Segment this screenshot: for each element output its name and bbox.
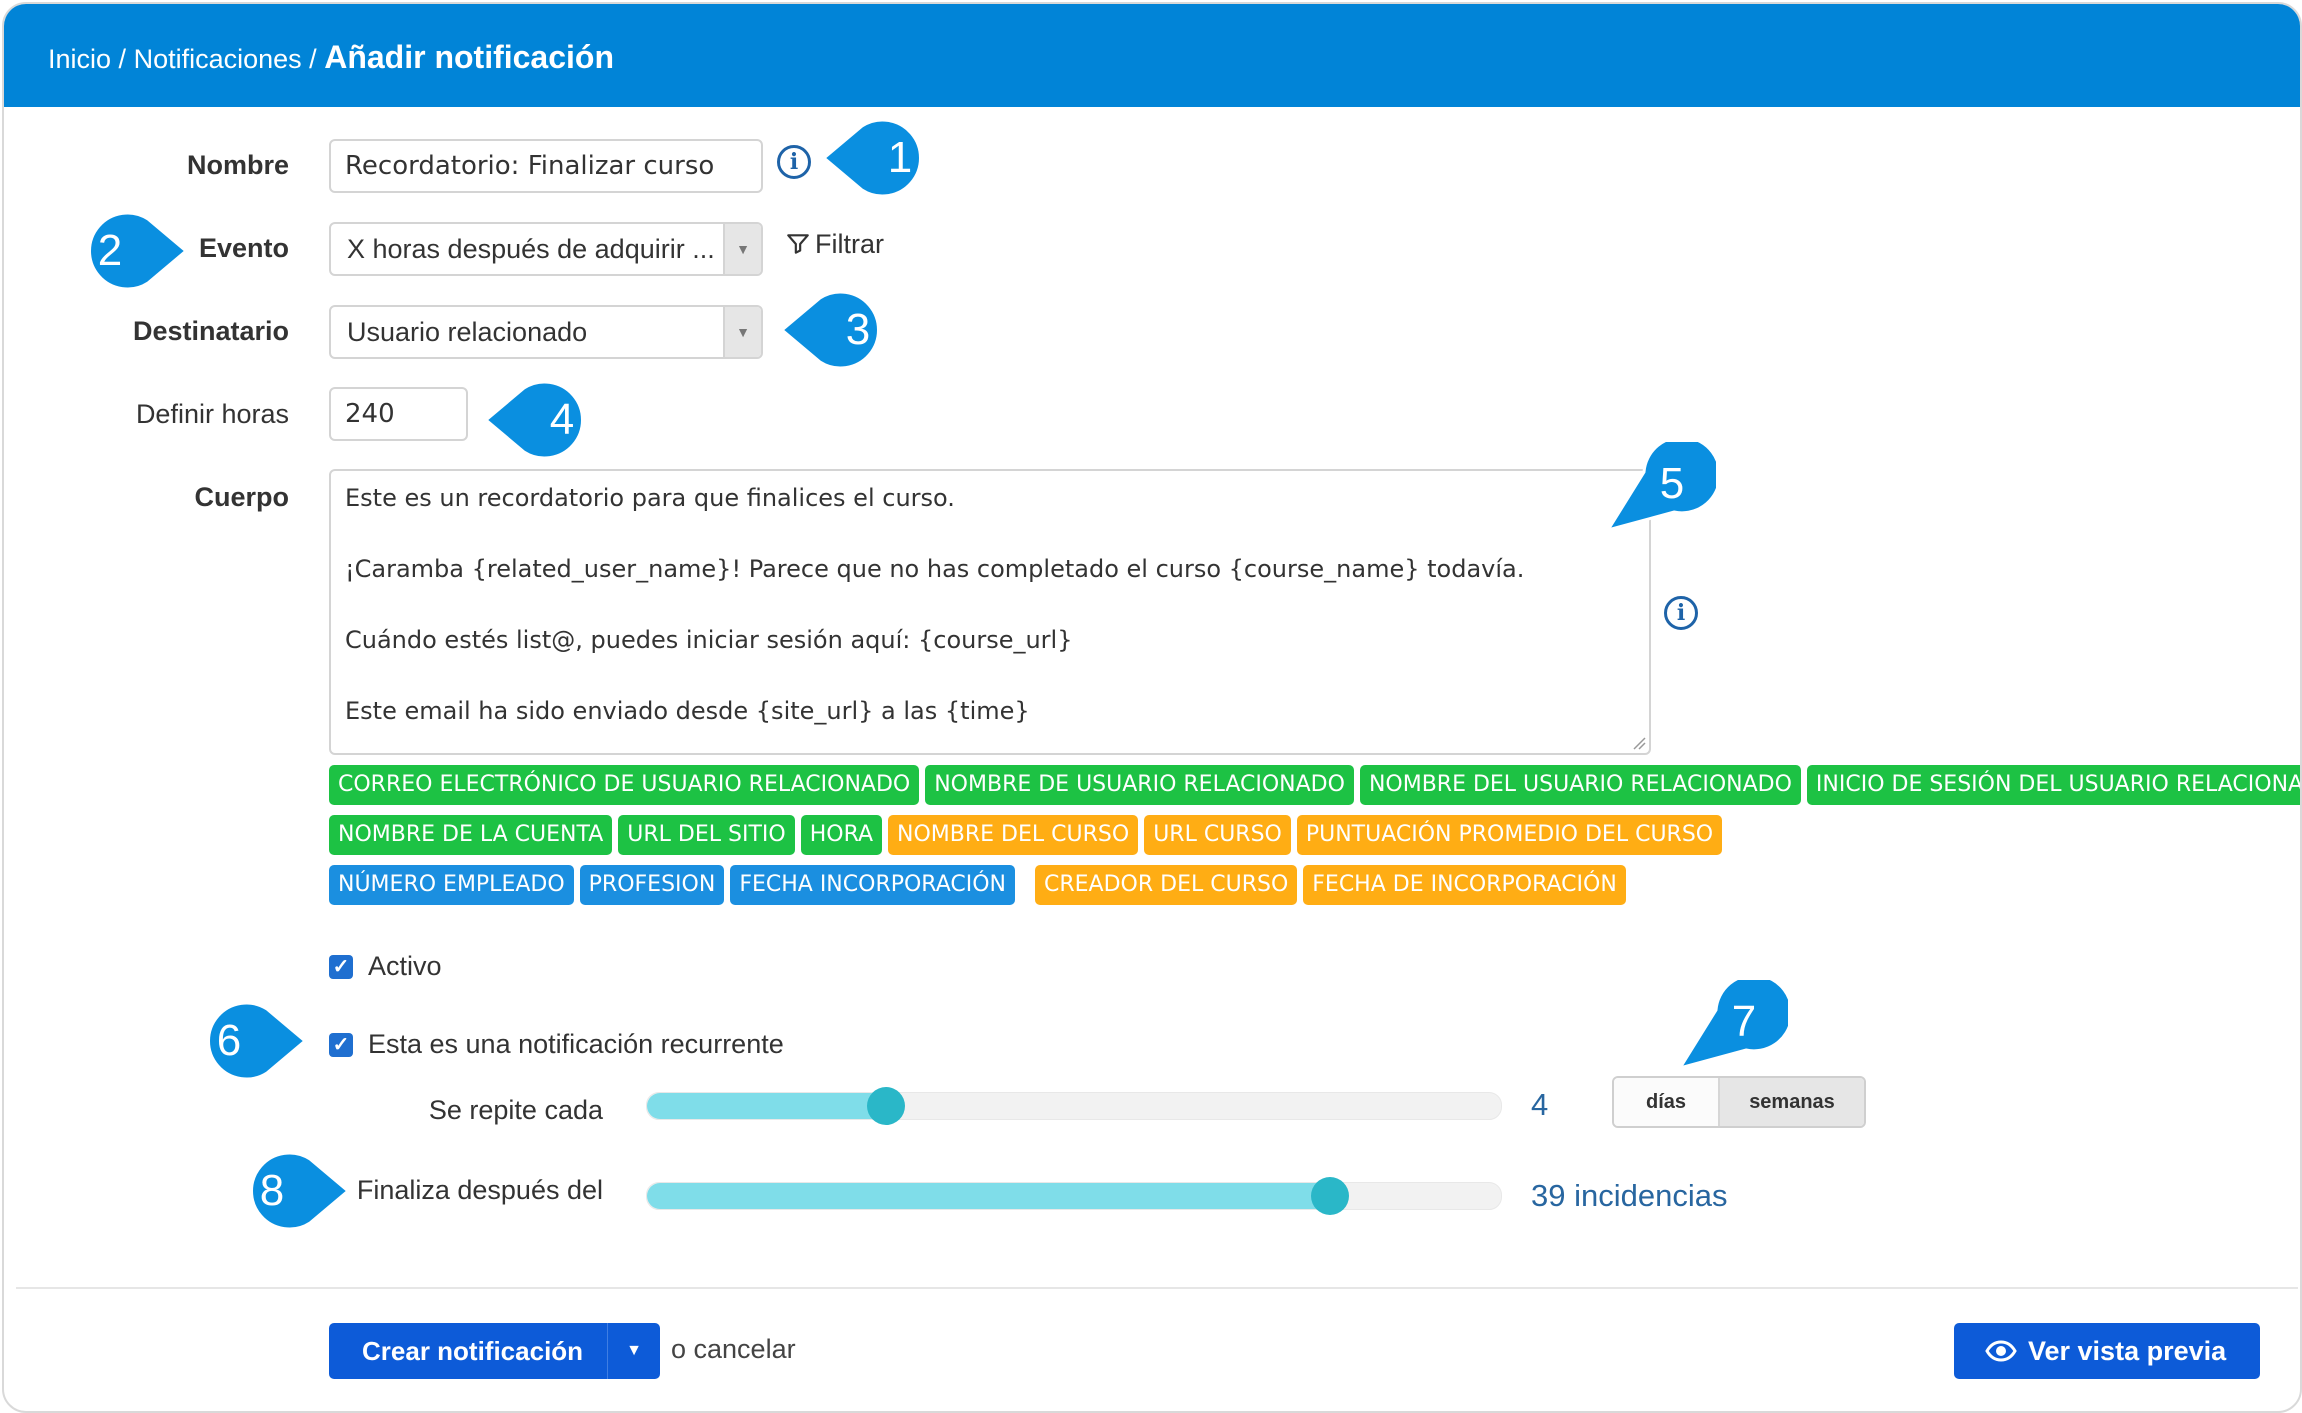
cuerpo-textarea[interactable]: Este es un recordatorio para que finalic… bbox=[329, 469, 1651, 755]
activo-checkbox[interactable]: ✓ bbox=[329, 955, 353, 979]
callout-8: 8 bbox=[250, 1151, 350, 1231]
evento-select[interactable]: X horas después de adquirir ... ▼ bbox=[329, 222, 763, 276]
finaliza-value: 39 incidencias bbox=[1531, 1178, 1728, 1213]
finaliza-label: Finaliza después del bbox=[356, 1175, 603, 1205]
repite-slider-fill bbox=[647, 1093, 887, 1119]
page-title: Añadir notificación bbox=[324, 39, 614, 75]
horas-label: Definir horas bbox=[135, 399, 289, 429]
tag-profession[interactable]: Profesion bbox=[579, 865, 725, 905]
callout-5: 5 bbox=[1604, 442, 1716, 533]
cancel-link[interactable]: o cancelar bbox=[671, 1334, 796, 1365]
tag-account-name[interactable]: Nombre de la cuenta bbox=[329, 815, 613, 855]
filter-icon bbox=[787, 234, 809, 254]
app-window: Inicio / Notificaciones / Añadir notific… bbox=[2, 2, 2302, 1413]
callout-4: 4 bbox=[484, 380, 584, 460]
create-notification-button[interactable]: Crear notificación ▼ bbox=[329, 1323, 660, 1379]
unit-toggle: días semanas bbox=[1612, 1076, 1866, 1128]
callout-1: 1 bbox=[822, 118, 922, 198]
eye-icon bbox=[1985, 1340, 2017, 1362]
tag-employee-number[interactable]: Número empleado bbox=[329, 865, 574, 905]
footer-divider bbox=[16, 1287, 2298, 1289]
repite-value: 4 bbox=[1531, 1087, 1549, 1122]
nombre-input[interactable]: Recordatorio: Finalizar curso bbox=[329, 139, 763, 193]
callout-3: 3 bbox=[780, 290, 880, 370]
callout-number: 3 bbox=[846, 305, 870, 354]
info-icon[interactable]: i bbox=[777, 145, 811, 179]
tag-course-creator[interactable]: Creador del curso bbox=[1035, 865, 1298, 905]
tag-incorporation-date[interactable]: Fecha de incorporación bbox=[1303, 865, 1626, 905]
evento-label: Evento bbox=[198, 233, 289, 263]
tag-related-user-fullname[interactable]: Nombre del usuario relacionado bbox=[1359, 765, 1801, 805]
tag-hire-date[interactable]: Fecha incorporación bbox=[730, 865, 1015, 905]
tag-time[interactable]: Hora bbox=[800, 815, 883, 855]
tag-row: Correo electrónico de usuario relacionad… bbox=[329, 765, 2300, 815]
destinatario-label: Destinatario bbox=[132, 316, 289, 346]
preview-label: Ver vista previa bbox=[2028, 1336, 2227, 1366]
horas-input[interactable]: 240 bbox=[329, 387, 468, 441]
callout-2: 2 bbox=[88, 211, 188, 291]
breadcrumb-section[interactable]: Notificaciones bbox=[134, 44, 302, 74]
tag-related-user-email[interactable]: Correo electrónico de usuario relacionad… bbox=[329, 765, 920, 805]
activo-label: Activo bbox=[368, 951, 442, 981]
destinatario-select[interactable]: Usuario relacionado ▼ bbox=[329, 305, 763, 359]
repite-slider[interactable] bbox=[646, 1087, 1502, 1125]
recurrente-label: Esta es una notificación recurrente bbox=[368, 1029, 784, 1059]
repite-label: Se repite cada bbox=[428, 1095, 603, 1125]
resize-handle-icon[interactable] bbox=[1632, 736, 1646, 750]
cuerpo-label: Cuerpo bbox=[194, 482, 290, 512]
caret-down-icon[interactable]: ▼ bbox=[607, 1323, 660, 1379]
tag-site-url[interactable]: URL del sitio bbox=[618, 815, 795, 855]
callout-number: 1 bbox=[888, 133, 912, 182]
breadcrumb-home[interactable]: Inicio bbox=[48, 44, 111, 74]
chevron-down-icon: ▼ bbox=[723, 307, 761, 357]
filter-label: Filtrar bbox=[815, 229, 884, 259]
evento-selected-value: X horas después de adquirir ... bbox=[347, 234, 715, 264]
callout-6: 6 bbox=[207, 1001, 307, 1081]
breadcrumb-separator: / bbox=[309, 44, 317, 74]
page-header: Inicio / Notificaciones / Añadir notific… bbox=[4, 4, 2300, 107]
breadcrumb: Inicio / Notificaciones / Añadir notific… bbox=[48, 34, 614, 82]
tag-course-name[interactable]: Nombre del curso bbox=[888, 815, 1139, 855]
finaliza-slider[interactable] bbox=[646, 1177, 1502, 1215]
callout-number: 5 bbox=[1660, 459, 1684, 508]
tag-related-user-name[interactable]: Nombre de usuario relacionado bbox=[925, 765, 1354, 805]
callout-number: 6 bbox=[217, 1016, 241, 1065]
unit-weeks-option[interactable]: semanas bbox=[1720, 1078, 1864, 1126]
destinatario-selected-value: Usuario relacionado bbox=[347, 317, 588, 347]
callout-number: 8 bbox=[260, 1166, 284, 1215]
unit-days-option[interactable]: días bbox=[1614, 1078, 1720, 1126]
callout-number: 7 bbox=[1732, 997, 1756, 1046]
finaliza-slider-thumb[interactable] bbox=[1311, 1177, 1350, 1215]
tag-course-avg-score[interactable]: Puntuación promedio del curso bbox=[1296, 815, 1723, 855]
info-icon[interactable]: i bbox=[1664, 596, 1698, 630]
breadcrumb-separator: / bbox=[118, 44, 127, 74]
callout-number: 4 bbox=[550, 395, 574, 444]
preview-button[interactable]: Ver vista previa bbox=[1954, 1323, 2260, 1379]
create-notification-label: Crear notificación bbox=[362, 1336, 584, 1366]
finaliza-slider-fill bbox=[647, 1183, 1331, 1209]
filter-button[interactable]: Filtrar bbox=[785, 229, 884, 260]
nombre-label: Nombre bbox=[186, 150, 289, 180]
tag-related-user-login[interactable]: Inicio de sesión del usuario relacionado bbox=[1806, 765, 2300, 805]
callout-number: 2 bbox=[98, 226, 122, 275]
tag-row: Número empleado Profesion Fecha incorporac… bbox=[329, 865, 2239, 915]
callout-7: 7 bbox=[1676, 980, 1788, 1071]
recurrente-checkbox[interactable]: ✓ bbox=[329, 1033, 353, 1057]
chevron-down-icon: ▼ bbox=[723, 224, 761, 274]
placeholder-tags: Correo electrónico de usuario relacionad… bbox=[329, 765, 2300, 915]
repite-slider-thumb[interactable] bbox=[867, 1087, 906, 1125]
tag-course-url[interactable]: URL curso bbox=[1144, 815, 1291, 855]
tag-row: Nombre de la cuenta URL del sitio Hora Nomb… bbox=[329, 815, 2239, 865]
